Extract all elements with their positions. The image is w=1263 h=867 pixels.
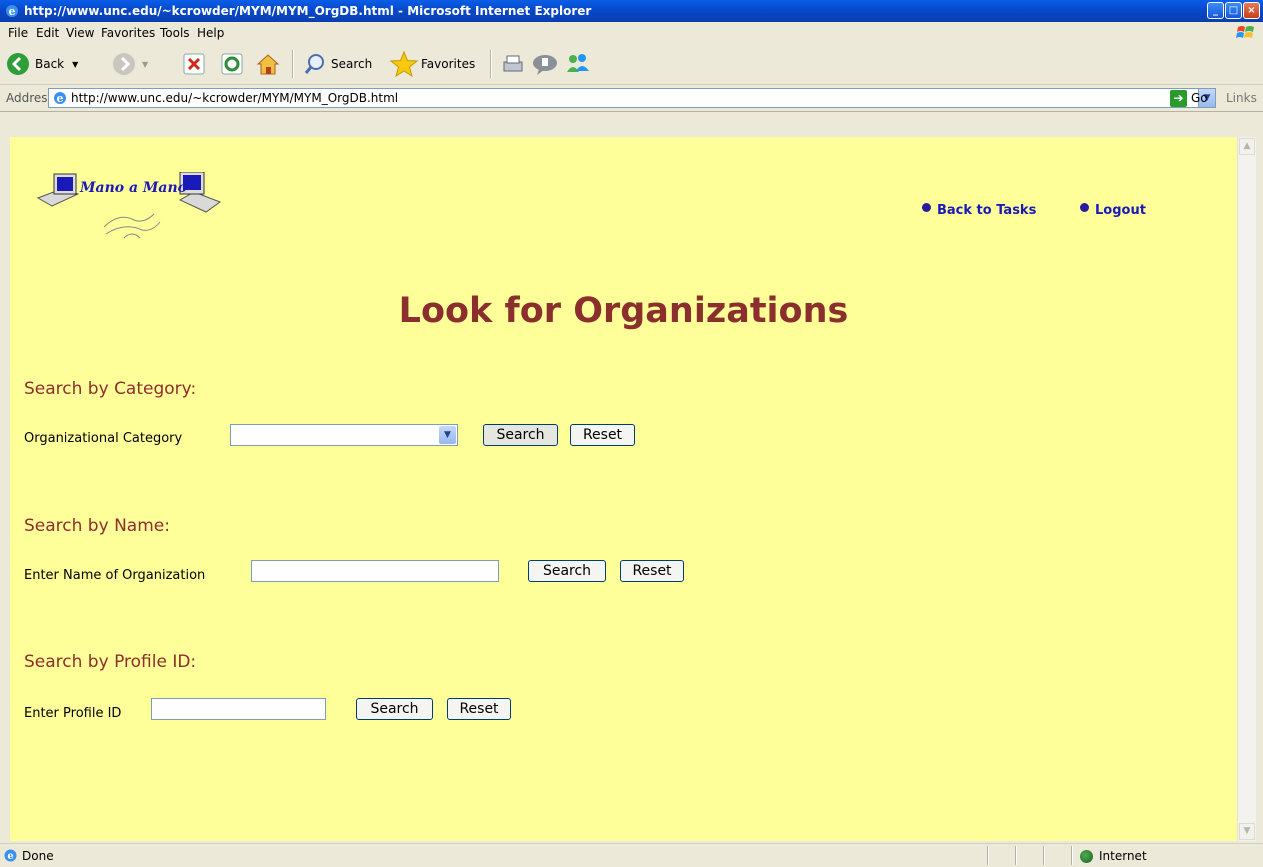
bullet-icon xyxy=(1080,203,1089,212)
page-content: Mano a Mano Back to Tasks Logout Look fo… xyxy=(10,137,1237,841)
back-label: Back xyxy=(35,57,65,71)
name-search-button[interactable]: Search xyxy=(528,560,606,582)
back-button[interactable]: Back ▼ xyxy=(6,50,78,78)
logout-link[interactable]: Logout xyxy=(1080,203,1146,218)
category-reset-button[interactable]: Reset xyxy=(570,424,635,446)
search-label: Search xyxy=(331,57,373,71)
mano-a-mano-logo: Mano a Mano xyxy=(36,172,222,239)
back-arrow-icon xyxy=(7,53,29,75)
menu-bar: File Edit View Favorites Tools Help xyxy=(0,22,1263,45)
name-reset-button[interactable]: Reset xyxy=(620,560,684,582)
category-search-button[interactable]: Search xyxy=(483,424,558,446)
close-button[interactable]: × xyxy=(1243,2,1260,19)
discuss-icon[interactable] xyxy=(531,52,559,76)
print-icon[interactable] xyxy=(500,52,526,76)
category-label: Organizational Category xyxy=(24,431,183,446)
internet-explorer-icon: e xyxy=(6,5,18,18)
status-text: Done xyxy=(22,849,54,863)
minimize-button[interactable]: _ xyxy=(1207,2,1224,19)
refresh-icon[interactable] xyxy=(221,53,243,75)
go-button[interactable]: ➔ Go xyxy=(1170,89,1208,107)
status-bar: e Done Internet xyxy=(0,843,1263,867)
page-status-icon: e xyxy=(4,849,17,862)
profile-reset-button[interactable]: Reset xyxy=(447,698,511,720)
back-to-tasks-label: Back to Tasks xyxy=(937,203,1037,218)
menu-edit[interactable]: Edit xyxy=(36,26,59,40)
category-select[interactable]: ▼ xyxy=(230,424,458,446)
chevron-down-icon[interactable]: ▼ xyxy=(439,426,456,444)
toolbar: Back ▼ ▼ Search Favorites xyxy=(0,44,1263,85)
go-arrow-icon: ➔ xyxy=(1170,89,1187,107)
window-title: http://www.unc.edu/~kcrowder/MYM/MYM_Org… xyxy=(24,4,592,18)
logout-label: Logout xyxy=(1095,203,1146,218)
address-url: http://www.unc.edu/~kcrowder/MYM/MYM_Org… xyxy=(71,91,399,105)
svg-text:e: e xyxy=(9,5,16,18)
back-to-tasks-link[interactable]: Back to Tasks xyxy=(922,203,1036,218)
address-bar: Address e http://www.unc.edu/~kcrowder/M… xyxy=(0,85,1263,112)
favorites-button[interactable]: Favorites xyxy=(390,50,475,78)
menu-help[interactable]: Help xyxy=(197,26,224,40)
globe-icon xyxy=(1080,849,1093,863)
search-button[interactable]: Search xyxy=(303,50,372,78)
profile-section-heading: Search by Profile ID: xyxy=(24,652,197,672)
messenger-icon[interactable] xyxy=(564,52,592,76)
profile-id-input[interactable] xyxy=(151,698,326,720)
address-label: Address xyxy=(6,91,54,105)
menu-tools[interactable]: Tools xyxy=(160,26,190,40)
name-label: Enter Name of Organization xyxy=(24,568,206,583)
menu-file[interactable]: File xyxy=(8,26,28,40)
vertical-scrollbar[interactable]: ▲ ▼ xyxy=(1237,137,1256,841)
page-icon: e xyxy=(54,92,66,105)
forward-dropdown-icon[interactable]: ▼ xyxy=(142,60,148,69)
security-zone: Internet xyxy=(1080,849,1147,863)
favorites-label: Favorites xyxy=(421,57,476,71)
menu-view[interactable]: View xyxy=(66,26,94,40)
category-section-heading: Search by Category: xyxy=(24,379,197,399)
address-input[interactable]: e http://www.unc.edu/~kcrowder/MYM/MYM_O… xyxy=(48,88,1216,108)
links-button[interactable]: Links xyxy=(1226,91,1257,105)
svg-text:e: e xyxy=(57,92,64,105)
profile-search-button[interactable]: Search xyxy=(356,698,433,720)
favorites-star-icon xyxy=(390,51,418,77)
menu-favorites[interactable]: Favorites xyxy=(101,26,155,40)
go-label: Go xyxy=(1191,91,1208,105)
search-icon xyxy=(304,54,324,74)
stop-icon[interactable] xyxy=(183,53,205,75)
svg-text:e: e xyxy=(7,851,13,862)
title-bar: e http://www.unc.edu/~kcrowder/MYM/MYM_O… xyxy=(0,0,1263,22)
maximize-button[interactable]: □ xyxy=(1225,2,1242,19)
scroll-up-icon[interactable]: ▲ xyxy=(1239,138,1255,155)
bullet-icon xyxy=(922,203,931,212)
page-title: Look for Organizations xyxy=(398,291,849,331)
profile-id-label: Enter Profile ID xyxy=(24,706,122,721)
windows-logo-icon xyxy=(1236,26,1254,38)
organization-name-input[interactable] xyxy=(251,560,499,582)
scroll-down-icon[interactable]: ▼ xyxy=(1239,823,1255,840)
zone-label: Internet xyxy=(1099,849,1147,863)
home-icon[interactable] xyxy=(255,52,281,76)
logo-text: Mano a Mano xyxy=(79,180,187,196)
name-section-heading: Search by Name: xyxy=(24,516,170,536)
back-dropdown-icon[interactable]: ▼ xyxy=(72,60,78,69)
forward-arrow-icon xyxy=(113,53,135,75)
forward-button[interactable]: ▼ xyxy=(112,50,148,78)
